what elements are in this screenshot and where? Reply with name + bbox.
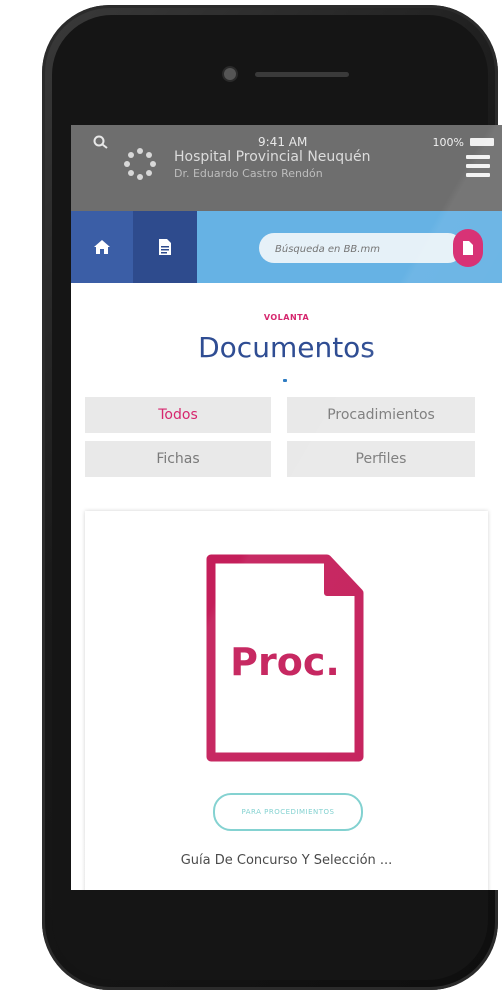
search-input[interactable] (273, 233, 457, 265)
hospital-subtitle: Dr. Eduardo Castro Rendón (174, 167, 323, 180)
document-card[interactable]: Proc. PARA PROCEDIMIENTOS Guía De Concur… (85, 511, 488, 890)
section-label: VOLANTA (263, 313, 310, 322)
app-header: 9:41 AM 100% Hospital Provincial Neuquén… (71, 125, 502, 211)
battery-icon (470, 138, 494, 146)
hamburger-menu-icon[interactable] (466, 155, 490, 177)
filter-procedimientos[interactable]: Procadimientos (287, 397, 475, 433)
status-time: 9:41 AM (258, 135, 308, 149)
document-search-icon (463, 241, 473, 255)
earpiece-speaker (255, 72, 349, 77)
home-icon (94, 240, 110, 254)
search-bar[interactable] (259, 233, 463, 265)
battery-percentage: 100% (432, 136, 464, 149)
page-title: Documentos (198, 331, 375, 364)
phone-frame: 9:41 AM 100% Hospital Provincial Neuquén… (42, 5, 502, 990)
filter-perfiles[interactable]: Perfiles (287, 441, 475, 477)
hospital-logo-icon (123, 147, 157, 181)
search-icon (93, 135, 109, 149)
title-divider (283, 379, 287, 382)
phone-screen: 9:41 AM 100% Hospital Provincial Neuquén… (71, 125, 502, 890)
document-icon (159, 239, 171, 255)
navigation-bar (71, 211, 502, 283)
filter-todos[interactable]: Todos (85, 397, 271, 433)
procedure-document-icon: Proc. (203, 551, 367, 765)
category-tag[interactable]: PARA PROCEDIMIENTOS (213, 793, 363, 831)
filter-fichas[interactable]: Fichas (85, 441, 271, 477)
front-camera (224, 68, 236, 80)
search-submit-button[interactable] (453, 229, 483, 267)
hospital-name: Hospital Provincial Neuquén (174, 149, 371, 165)
documents-button[interactable] (133, 211, 197, 283)
document-title[interactable]: Guía De Concurso Y Selección ... (85, 853, 488, 868)
document-icon-label: Proc. (230, 640, 340, 684)
home-button[interactable] (71, 211, 133, 283)
